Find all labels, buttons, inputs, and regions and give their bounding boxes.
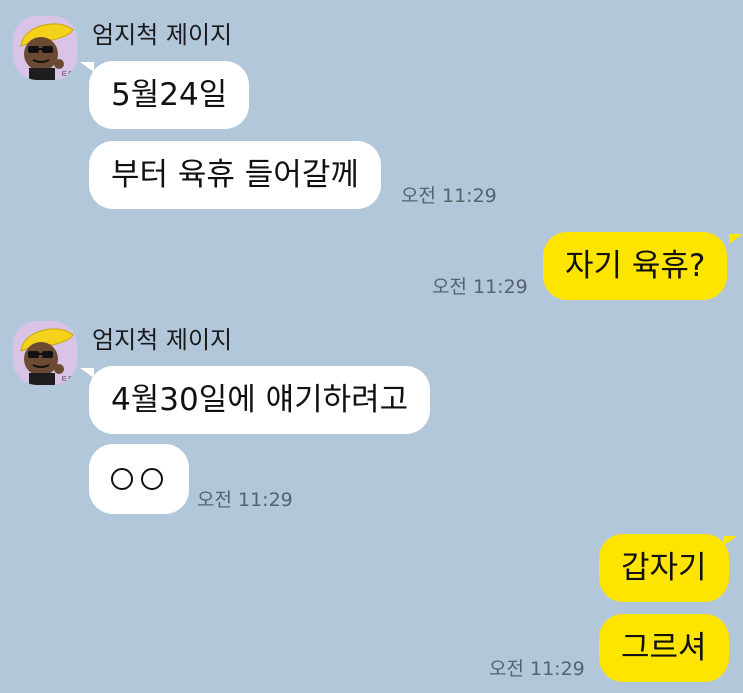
message-bubble[interactable]: 부터 육휴 들어갈께 — [89, 141, 381, 209]
sunglasses-character-avatar-icon: ㅌㅌ — [13, 321, 77, 385]
message-bubble[interactable]: 5월24일 — [89, 61, 250, 129]
ieung-glyph — [111, 467, 133, 490]
message-timestamp: 오전 11:29 — [401, 185, 497, 207]
svg-text:ㅌㅌ: ㅌㅌ — [61, 375, 74, 383]
sunglasses-character-avatar-icon: ㅌㅌ — [13, 16, 77, 80]
sender-name: 엄지척 제이지 — [92, 326, 233, 354]
message-bubble-ieung[interactable] — [89, 444, 189, 514]
message-timestamp: 오전 11:29 — [432, 276, 528, 298]
avatar[interactable]: ㅌㅌ — [13, 321, 77, 385]
bubble-tail — [723, 536, 737, 546]
svg-text:ㅌㅌ: ㅌㅌ — [61, 70, 74, 78]
bubble-tail — [80, 62, 94, 72]
message-timestamp: 오전 11:29 — [489, 658, 585, 680]
avatar[interactable]: ㅌㅌ — [13, 16, 77, 80]
sender-name: 엄지척 제이지 — [92, 21, 233, 49]
ieung-glyph — [141, 467, 163, 490]
message-bubble[interactable]: 갑자기 — [599, 534, 729, 602]
message-bubble[interactable]: 그르셔 — [599, 614, 729, 682]
message-bubble[interactable]: 자기 육휴? — [543, 232, 728, 300]
bubble-tail — [729, 234, 743, 244]
message-timestamp: 오전 11:29 — [197, 489, 293, 511]
message-bubble[interactable]: 4월30일에 얘기하려고 — [89, 366, 431, 434]
